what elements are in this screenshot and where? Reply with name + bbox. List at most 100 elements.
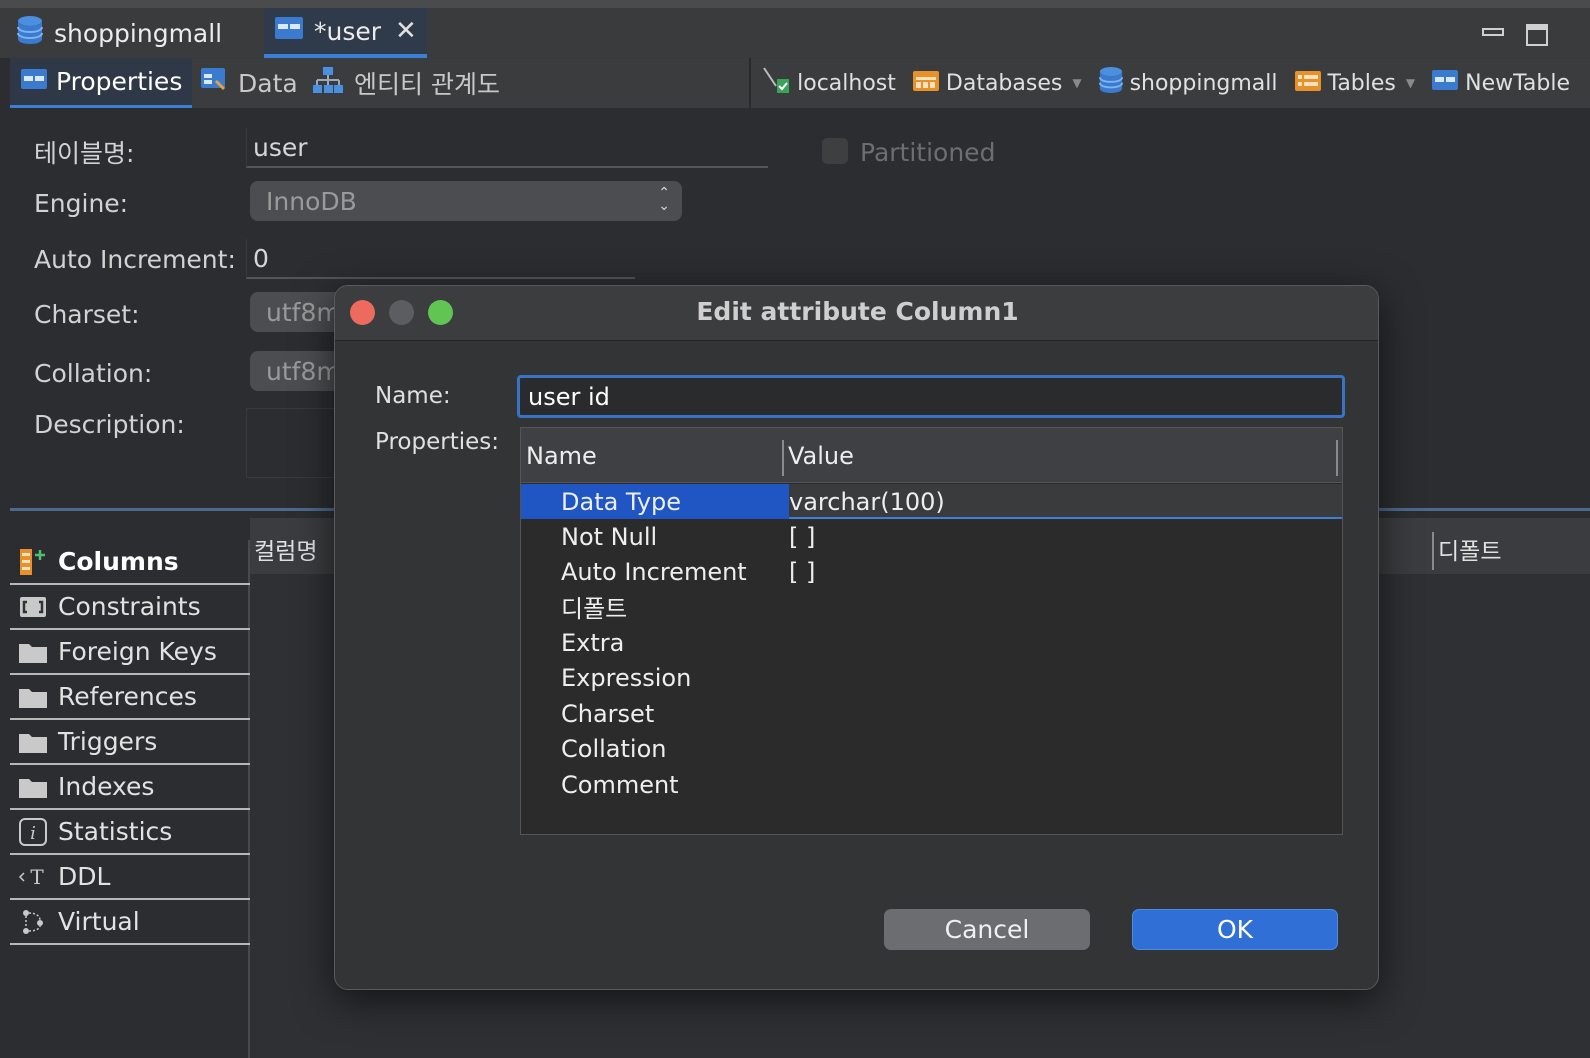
section-label: Constraints — [58, 592, 201, 621]
section-ddl[interactable]: T DDL — [10, 855, 250, 900]
property-row[interactable]: Charset — [521, 696, 1342, 731]
svg-text:T: T — [30, 865, 44, 889]
ok-button[interactable]: OK — [1132, 909, 1338, 950]
table-icon — [274, 16, 304, 46]
property-row[interactable]: Data Type varchar(100) — [521, 484, 1342, 519]
maximize-icon[interactable] — [1526, 24, 1548, 51]
property-value[interactable]: [ ] — [789, 554, 815, 589]
name-input[interactable]: user id — [517, 375, 1345, 418]
property-name: Extra — [561, 628, 625, 657]
section-virtual[interactable]: Virtual — [10, 900, 250, 945]
breadcrumb-label: NewTable — [1465, 70, 1570, 96]
info-icon: i — [18, 817, 48, 846]
table-icon — [20, 67, 48, 96]
column-separator[interactable] — [1432, 532, 1434, 570]
section-label: Columns — [58, 547, 179, 576]
folder-icon — [18, 640, 48, 664]
database-icon — [1098, 66, 1124, 100]
tab-label: 엔티티 관계도 — [354, 70, 500, 99]
svg-text:i: i — [30, 823, 36, 844]
property-name: Auto Increment — [561, 557, 747, 586]
minimize-button[interactable] — [389, 300, 414, 325]
section-label: Triggers — [58, 727, 158, 756]
breadcrumb-newtable[interactable]: NewTable — [1431, 69, 1570, 97]
tab-label: *user — [314, 16, 382, 46]
property-row[interactable]: Extra — [521, 625, 1342, 660]
select-arrows-icon: ⌃ ⌄ — [658, 185, 670, 214]
tab-data[interactable]: Data — [200, 58, 298, 108]
auto-increment-label: Auto Increment: — [34, 245, 236, 274]
section-references[interactable]: References — [10, 675, 250, 720]
property-row[interactable]: Comment — [521, 767, 1342, 802]
tab-properties[interactable]: Properties — [10, 58, 193, 108]
property-row[interactable]: Not Null [ ] — [521, 519, 1342, 554]
property-name: Collation — [561, 734, 667, 763]
breadcrumb-databases[interactable]: Databases ▼ — [912, 68, 1082, 98]
folder-icon — [18, 685, 48, 709]
column-separator[interactable] — [782, 440, 784, 476]
section-label: References — [58, 682, 197, 711]
folder-icon — [912, 68, 940, 98]
property-name: Data Type — [561, 487, 682, 516]
auto-increment-input[interactable]: 0 — [246, 239, 635, 279]
tab-er-diagram[interactable]: 엔티티 관계도 — [312, 58, 500, 108]
database-icon — [16, 15, 44, 51]
property-row[interactable]: Collation — [521, 731, 1342, 766]
dialog-title-bar: Edit attribute Column1 — [335, 286, 1378, 341]
property-value[interactable]: [ ] — [789, 519, 815, 554]
breadcrumb-localhost[interactable]: localhost — [761, 65, 896, 101]
maximize-button[interactable] — [428, 300, 453, 325]
property-row[interactable]: Expression — [521, 660, 1342, 695]
tab-user[interactable]: *user ✕ — [264, 8, 427, 58]
section-label: Statistics — [58, 817, 173, 846]
property-name: 디폴트 — [561, 595, 628, 623]
section-statistics[interactable]: i Statistics — [10, 810, 250, 855]
tab-label: shoppingmall — [54, 18, 223, 48]
ddl-icon: T — [18, 865, 48, 889]
property-row[interactable]: Auto Increment [ ] — [521, 554, 1342, 589]
connection-icon — [761, 65, 791, 101]
partitioned-checkbox[interactable] — [822, 138, 848, 164]
property-row[interactable]: 디폴트 — [521, 589, 1342, 624]
section-indexes[interactable]: Indexes — [10, 765, 250, 810]
collation-label: Collation: — [34, 359, 153, 388]
property-name: Expression — [561, 663, 692, 692]
header-value[interactable]: Value — [788, 428, 854, 483]
section-triggers[interactable]: Triggers — [10, 720, 250, 765]
cancel-button[interactable]: Cancel — [884, 909, 1090, 950]
section-label: DDL — [58, 862, 111, 891]
header-name[interactable]: Name — [526, 428, 597, 483]
breadcrumb-label: Tables — [1327, 70, 1396, 96]
editor-tab-strip: shoppingmall *user ✕ — [0, 0, 1590, 58]
section-columns[interactable]: Columns — [10, 540, 250, 585]
minimize-icon[interactable] — [1482, 20, 1504, 44]
edit-attribute-dialog: Edit attribute Column1 Name: user id Pro… — [334, 285, 1379, 990]
chevron-down-icon[interactable]: ▼ — [1406, 76, 1415, 90]
breadcrumb-label: localhost — [797, 70, 896, 96]
close-icon[interactable]: ✕ — [395, 16, 417, 46]
column-header-default[interactable]: 디폴트 — [1438, 532, 1501, 566]
column-separator[interactable] — [1336, 440, 1338, 476]
close-button[interactable] — [350, 300, 375, 325]
properties-table: Name Value Data Type varchar(100) Not Nu… — [520, 427, 1343, 835]
tab-label: Data — [238, 68, 298, 98]
breadcrumb-shoppingmall[interactable]: shoppingmall — [1098, 66, 1278, 100]
data-icon — [200, 67, 228, 99]
tab-shoppingmall[interactable]: shoppingmall — [16, 8, 222, 58]
engine-label: Engine: — [34, 189, 129, 218]
column-header-name[interactable]: 컬럼명 — [254, 532, 317, 566]
partitioned-label: Partitioned — [860, 138, 996, 167]
chevron-down-icon[interactable]: ▼ — [1072, 76, 1081, 90]
columns-icon — [18, 548, 48, 576]
engine-select[interactable]: InnoDB ⌃ ⌄ — [250, 181, 682, 221]
breadcrumb-tables[interactable]: Tables ▼ — [1294, 68, 1415, 98]
folder-icon — [1294, 68, 1322, 98]
name-label: Name: — [375, 383, 451, 409]
property-value[interactable]: varchar(100) — [789, 484, 945, 519]
table-name-input[interactable]: user — [246, 128, 768, 168]
section-foreign-keys[interactable]: Foreign Keys — [10, 630, 250, 675]
constraint-icon — [18, 596, 48, 618]
section-list: Columns Constraints Foreign Keys Referen… — [10, 540, 250, 1058]
section-constraints[interactable]: Constraints — [10, 585, 250, 630]
engine-value: InnoDB — [266, 186, 357, 216]
